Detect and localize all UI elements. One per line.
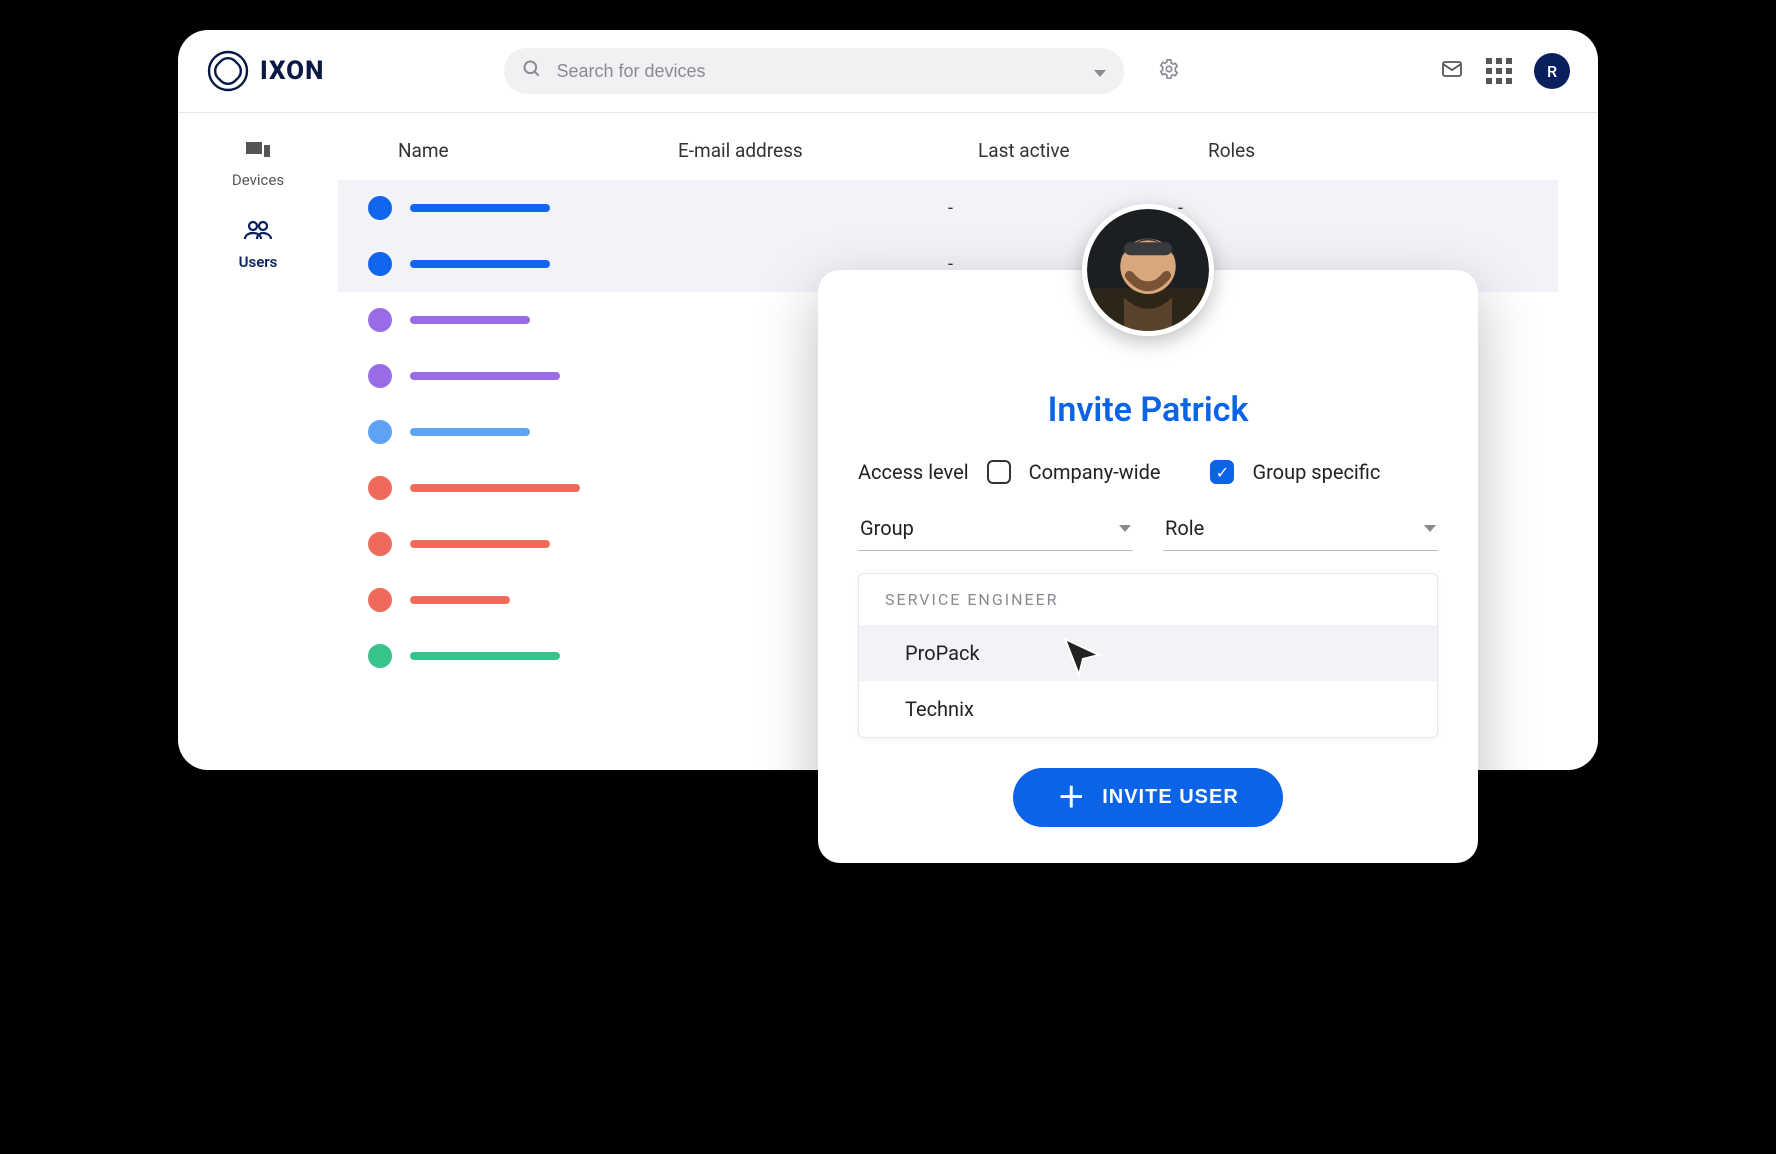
dropdown-item[interactable]: ProPack [859, 625, 1437, 681]
sidebar-item-label: Users [239, 253, 278, 271]
brand-name: IXON [260, 56, 324, 86]
roles-cell: - [1178, 198, 1358, 219]
status-dot [368, 196, 392, 220]
brand-mark-icon [206, 49, 250, 93]
user-avatar[interactable]: R [1534, 53, 1570, 89]
invite-card: Invite Patrick Access level Company-wide… [818, 270, 1478, 863]
table-header: Name E-mail address Last active Roles [338, 139, 1558, 180]
name-placeholder [410, 372, 560, 380]
chevron-down-icon [1424, 525, 1436, 532]
group-specific-checkbox[interactable]: ✓ [1210, 460, 1234, 484]
chevron-down-icon [1119, 525, 1131, 532]
company-wide-label: Company-wide [1029, 460, 1161, 484]
role-select[interactable]: Role [1163, 510, 1438, 551]
access-level-row: Access level Company-wide ✓ Group specif… [858, 460, 1438, 484]
sidebar-item-users[interactable]: Users [239, 219, 278, 271]
users-icon [243, 219, 273, 247]
invite-user-button[interactable]: ＋ INVITE USER [1013, 768, 1283, 827]
col-last: Last active [978, 139, 1208, 162]
name-placeholder [410, 484, 580, 492]
mail-icon[interactable] [1440, 57, 1464, 85]
dropdown-item[interactable]: Technix [859, 681, 1437, 737]
dropdown-section-header: SERVICE ENGINEER [859, 574, 1437, 625]
name-placeholder [410, 652, 560, 660]
sidebar: Devices Users [178, 113, 338, 724]
invitee-avatar [1082, 204, 1214, 336]
chevron-down-icon[interactable] [1094, 62, 1106, 81]
role-select-label: Role [1165, 516, 1204, 540]
sidebar-item-devices[interactable]: Devices [232, 139, 284, 189]
group-dropdown: SERVICE ENGINEER ProPackTechnix [858, 573, 1438, 738]
status-dot [368, 532, 392, 556]
search-field[interactable] [504, 48, 1124, 94]
name-placeholder [410, 540, 550, 548]
name-placeholder [410, 260, 550, 268]
status-dot [368, 588, 392, 612]
gear-icon[interactable] [1158, 58, 1180, 84]
search-icon [522, 59, 542, 83]
name-placeholder [410, 596, 510, 604]
brand-logo: IXON [206, 49, 324, 93]
devices-icon [245, 139, 271, 165]
group-select-label: Group [860, 516, 914, 540]
status-dot [368, 476, 392, 500]
name-placeholder [410, 204, 550, 212]
apps-icon[interactable] [1486, 58, 1512, 84]
sidebar-item-label: Devices [232, 171, 284, 189]
company-wide-checkbox[interactable] [987, 460, 1011, 484]
status-dot [368, 308, 392, 332]
table-row[interactable]: -- [338, 180, 1558, 236]
status-dot [368, 420, 392, 444]
group-specific-label: Group specific [1252, 460, 1380, 484]
topbar: IXON R [178, 30, 1598, 113]
col-email: E-mail address [678, 139, 978, 162]
status-dot [368, 252, 392, 276]
name-placeholder [410, 428, 530, 436]
invite-title: Invite Patrick [858, 390, 1438, 430]
invite-button-label: INVITE USER [1102, 786, 1239, 809]
name-placeholder [410, 316, 530, 324]
topbar-right: R [1440, 53, 1570, 89]
search-input[interactable] [556, 61, 1094, 82]
status-dot [368, 364, 392, 388]
group-select[interactable]: Group [858, 510, 1133, 551]
col-roles: Roles [1208, 139, 1388, 162]
access-level-label: Access level [858, 460, 969, 484]
col-name: Name [398, 139, 678, 162]
status-dot [368, 644, 392, 668]
cursor-icon [1059, 633, 1105, 679]
